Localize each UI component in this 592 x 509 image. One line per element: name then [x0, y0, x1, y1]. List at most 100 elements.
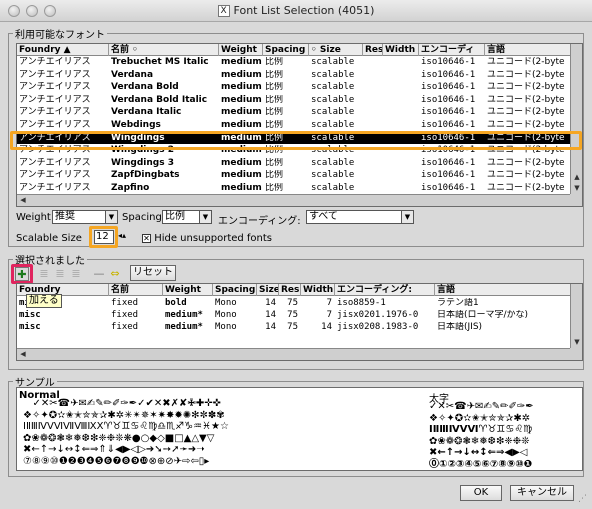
- expand-icon[interactable]: ⇔: [108, 267, 122, 281]
- bold-glyph-line: ✓✕✂☎✈✉✍✎✏✐✑✒: [429, 401, 534, 412]
- font-row[interactable]: アンチエイリアス Verdana medium 比例 scalable iso10646-…: [17, 70, 582, 81]
- font-row[interactable]: アンチエイリアス Verdana Bold medium 比例 scalable iso1…: [17, 82, 582, 93]
- col-weight[interactable]: Weight: [219, 44, 263, 56]
- font-list-horizontal-scrollbar[interactable]: ◀: [17, 194, 570, 206]
- font-row[interactable]: アンチエイリアス Wingdings 2 medium 比例 scalable iso10…: [17, 145, 582, 156]
- reset-button[interactable]: リセット: [130, 265, 176, 281]
- font-cell: ユニコード(2-byte: [487, 170, 565, 181]
- col-width[interactable]: Width: [301, 284, 335, 296]
- col-language[interactable]: 言語: [435, 284, 571, 296]
- font-cell: [365, 158, 383, 169]
- font-cell: アンチエイリアス: [19, 120, 91, 130]
- font-cell: Verdana Bold Italic: [111, 94, 208, 105]
- font-row[interactable]: アンチエイリアス Wingdings 3 medium 比例 scalable iso10…: [17, 158, 582, 169]
- selected-font-cell: 75: [287, 310, 298, 320]
- font-cell: ZapfDingbats: [111, 170, 180, 181]
- remove-font-icon[interactable]: ≣: [69, 267, 83, 281]
- font-cell: scalable: [311, 82, 355, 93]
- bold-glyph-line: ⅠⅡⅢⅣⅤⅥ♈♉♊♋♌♍: [429, 424, 533, 435]
- font-row[interactable]: アンチエイリアス Trebuchet MS Italic medium 比例 scala…: [17, 57, 582, 68]
- font-cell: medium: [221, 57, 262, 67]
- weight-select[interactable]: 推奨 ▼: [52, 210, 118, 224]
- col-encoding[interactable]: エンコーディ: [419, 44, 485, 56]
- selected-font-row[interactable]: misc fixed medium* Mono 14 75 14 jisx0208.1983-…: [17, 322, 582, 333]
- font-row[interactable]: アンチエイリアス ZapfDingbats medium 比例 scalable iso1…: [17, 170, 582, 181]
- font-cell: iso10646-1: [421, 82, 476, 93]
- font-cell: [385, 183, 419, 194]
- cancel-button[interactable]: キャンセル: [510, 485, 574, 501]
- font-row[interactable]: アンチエイリアス Wingdings medium 比例 scalable iso1064…: [17, 132, 582, 144]
- font-list-table[interactable]: Foundry ▲ 名前 ◦ Weight Spacing ◦ Size Res…: [16, 43, 583, 207]
- selected-font-cell: 14: [265, 298, 276, 308]
- window-title: X Font List Selection (4051): [0, 4, 592, 17]
- selected-font-cell: fixed: [111, 298, 139, 308]
- bold-glyph-line: ✖←↑→↓↔↕⇐⇒◀▶◁: [429, 447, 528, 458]
- weight-label: Weight: [16, 212, 51, 223]
- scroll-down-arrow-icon[interactable]: ▼: [572, 183, 582, 193]
- move-down-icon[interactable]: ≣: [53, 267, 67, 281]
- move-up-icon[interactable]: ≣: [37, 267, 51, 281]
- scalable-size-input[interactable]: 12: [94, 230, 114, 244]
- col-encoding[interactable]: エンコーディング:: [335, 284, 435, 296]
- font-cell: ユニコード(2-byte: [487, 120, 565, 130]
- scroll-up-arrow-icon[interactable]: ▲: [572, 172, 582, 182]
- font-cell: 比例: [265, 82, 284, 93]
- selected-font-cell: 7: [326, 310, 332, 320]
- normal-glyph-line: ✓✕✂☎✈✉✍✎✏✐✑✒✓✔✕✖✗✘✙✚✛✜: [23, 398, 221, 409]
- col-size[interactable]: ◦ Size: [309, 44, 363, 56]
- hide-unsupported-label: Hide unsupported fonts: [154, 233, 273, 244]
- col-res[interactable]: Res: [279, 284, 301, 296]
- font-cell: [385, 95, 419, 106]
- selected-font-row[interactable]: miscfixedboldMono14757iso8859-1ラテン語1: [17, 298, 582, 309]
- selected-font-cell: jisx0208.1983-0: [337, 322, 419, 332]
- col-weight[interactable]: Weight: [163, 284, 213, 296]
- col-size[interactable]: Size: [257, 284, 279, 296]
- font-cell: Trebuchet MS Italic: [111, 57, 209, 67]
- font-cell: [365, 133, 383, 144]
- selected-horizontal-scrollbar[interactable]: ◀: [17, 348, 570, 360]
- col-name[interactable]: 名前 ◦: [109, 44, 219, 56]
- ok-button[interactable]: OK: [460, 485, 502, 501]
- font-cell: iso10646-1: [421, 94, 476, 105]
- font-list-vertical-scrollbar[interactable]: ▲ ▼: [570, 44, 582, 194]
- font-cell: ユニコード(2-byte: [487, 107, 565, 118]
- selected-font-cell: Mono: [215, 322, 237, 332]
- sample-preview: Normal 太字 ✓✕✂☎✈✉✍✎✏✐✑✒✓✔✕✖✗✘✙✚✛✜ ❖✧✦✪✫✬✭✮…: [16, 387, 583, 471]
- normal-glyph-line: ⅠⅡⅢⅣⅤⅥⅦⅧⅨⅩ♈♉♊♋♌♍♎♏♐♑♒♓★☆: [23, 421, 229, 432]
- font-cell: [365, 95, 383, 106]
- add-font-icon[interactable]: ✚: [15, 267, 29, 281]
- font-row[interactable]: アンチエイリアス Zapfino medium 比例 scalable iso10646-…: [17, 183, 582, 194]
- col-name[interactable]: 名前: [109, 284, 163, 296]
- col-foundry[interactable]: Foundry ▲: [17, 44, 109, 56]
- collapse-icon[interactable]: —: [92, 267, 106, 281]
- scroll-left-arrow-icon[interactable]: ◀: [18, 195, 28, 205]
- font-cell: ユニコード(2-byte: [487, 57, 565, 67]
- col-spacing[interactable]: Spacing: [263, 44, 309, 56]
- scroll-corner: [570, 348, 582, 360]
- scroll-down-arrow-icon[interactable]: ▼: [572, 337, 582, 347]
- chevron-down-icon: ▼: [199, 211, 211, 223]
- col-language[interactable]: 言語: [485, 44, 571, 56]
- selected-font-cell: ラテン語1: [437, 298, 479, 308]
- hide-unsupported-checkbox[interactable]: ✕: [142, 233, 151, 243]
- scroll-left-arrow-icon[interactable]: ◀: [18, 349, 28, 359]
- col-spacing[interactable]: Spacing: [213, 284, 257, 296]
- selected-vertical-scrollbar[interactable]: ▼: [570, 284, 582, 348]
- hide-unsupported-option[interactable]: ✕ Hide unsupported fonts: [142, 233, 272, 244]
- font-cell: scalable: [311, 120, 355, 130]
- available-fonts-label: 利用可能なフォント: [13, 26, 107, 41]
- size-stepper-arrows-icon[interactable]: ◂▴: [118, 231, 126, 240]
- font-cell: ユニコード(2-byte: [487, 145, 565, 156]
- col-width[interactable]: Width: [383, 44, 419, 56]
- encoding-select[interactable]: すべて ▼: [306, 210, 414, 224]
- font-row[interactable]: アンチエイリアス Verdana Bold Italic medium 比例 scala…: [17, 95, 582, 106]
- selected-fonts-table[interactable]: Foundry 名前 Weight Spacing Size Res Width…: [16, 283, 583, 361]
- resize-grip-icon[interactable]: ⋰: [578, 494, 587, 504]
- col-res[interactable]: Res: [363, 44, 383, 56]
- font-row[interactable]: アンチエイリアス Verdana Italic medium 比例 scalable is…: [17, 107, 582, 118]
- selected-font-row[interactable]: misc fixed medium* Mono 14 75 7 jisx0201.1976-0…: [17, 310, 582, 321]
- window-title-text: Font List Selection (4051): [233, 4, 375, 17]
- spacing-select[interactable]: 比例 ▼: [162, 210, 212, 224]
- chevron-down-icon: ▼: [105, 211, 117, 223]
- font-row[interactable]: アンチエイリアス Webdings medium 比例 scalable iso10646…: [17, 120, 582, 131]
